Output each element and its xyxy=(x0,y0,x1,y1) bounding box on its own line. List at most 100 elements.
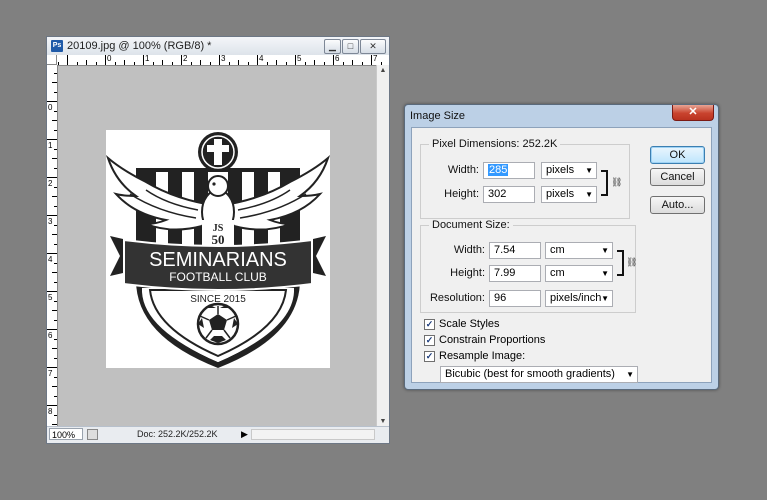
resolution-input[interactable]: 96 xyxy=(489,290,541,307)
ruler-tick xyxy=(54,414,57,416)
pixel-height-input[interactable]: 302 xyxy=(483,186,535,203)
ruler-number: 5 xyxy=(48,293,53,302)
ruler-tick xyxy=(285,62,287,65)
close-button[interactable]: ✕ xyxy=(360,39,386,54)
ruler-tick xyxy=(54,281,57,283)
pixel-dimensions-size: 252.2K xyxy=(522,138,558,150)
ruler-tick xyxy=(257,55,258,65)
dialog-close-button[interactable]: ✕ xyxy=(672,105,714,121)
ruler-tick xyxy=(133,62,135,65)
dropdown-arrow-icon: ▼ xyxy=(626,370,634,379)
doc-width-input[interactable]: 7.54 xyxy=(489,242,541,259)
ruler-tick xyxy=(52,348,57,349)
ruler-tick xyxy=(52,158,57,159)
doc-height-input[interactable]: 7.99 xyxy=(489,265,541,282)
document-size-info: Doc: 252.2K/252.2K xyxy=(137,429,218,439)
ruler-tick xyxy=(47,291,57,292)
document-title-bar[interactable]: Ps 20109.jpg @ 100% (RGB/8) * ▁ □ ✕ xyxy=(47,37,389,56)
resample-method-select[interactable]: Bicubic (best for smooth gradients) ▼ xyxy=(440,366,638,383)
ruler-tick xyxy=(54,262,57,264)
pixel-width-label: Width: xyxy=(447,164,479,176)
ruler-tick xyxy=(54,243,57,245)
ruler-number: 3 xyxy=(221,55,226,63)
horizontal-scrollbar[interactable] xyxy=(251,429,375,440)
ruler-tick xyxy=(171,62,173,65)
checkbox-check-icon[interactable]: ✓ xyxy=(424,351,435,362)
ruler-tick xyxy=(323,62,325,65)
document-window: Ps 20109.jpg @ 100% (RGB/8) * ▁ □ ✕ 0 1 2 3… xyxy=(46,36,390,444)
ruler-tick xyxy=(228,62,230,65)
logo-subtitle: FOOTBALL CLUB xyxy=(169,270,267,284)
ruler-tick xyxy=(219,55,220,65)
ruler-number: 8 xyxy=(48,407,53,416)
ruler-corner[interactable] xyxy=(47,55,57,65)
chain-link-icon: ⛓ xyxy=(611,177,623,187)
checkbox-check-icon[interactable]: ✓ xyxy=(424,319,435,330)
dialog-title-bar[interactable]: Image Size ✕ xyxy=(405,105,718,127)
status-bar: 100% Doc: 252.2K/252.2K ▶ xyxy=(47,426,389,443)
zoom-preview-icon[interactable] xyxy=(87,429,98,440)
ruler-tick xyxy=(47,329,57,330)
pixel-height-unit-select[interactable]: pixels ▼ xyxy=(541,186,597,203)
vertical-scrollbar[interactable]: ▲ ▼ xyxy=(376,65,389,428)
ruler-tick xyxy=(314,60,315,65)
document-size-group: Document Size: Width: 7.54 cm ▼ Height: 7… xyxy=(420,219,637,313)
horizontal-ruler[interactable]: 012345678 xyxy=(57,55,389,66)
ruler-tick xyxy=(124,60,125,65)
ruler-number: 0 xyxy=(48,103,53,112)
ruler-tick xyxy=(47,405,57,406)
dropdown-arrow-icon: ▼ xyxy=(601,246,609,255)
ruler-tick xyxy=(54,376,57,378)
ruler-tick xyxy=(54,110,57,112)
ruler-number: 6 xyxy=(335,55,340,63)
ruler-tick xyxy=(361,62,363,65)
zoom-level-field[interactable]: 100% xyxy=(49,428,83,440)
ruler-tick xyxy=(54,129,57,131)
auto-button[interactable]: Auto... xyxy=(650,196,705,214)
ruler-tick xyxy=(247,62,249,65)
document-image[interactable]: JS 50 SEMINARIANS FOOTBALL CLUB SINCE 20… xyxy=(105,130,331,368)
ruler-number: 2 xyxy=(183,55,188,63)
dropdown-arrow-icon: ▼ xyxy=(601,294,609,303)
ruler-number: 4 xyxy=(259,55,264,63)
pixel-dimensions-label: Pixel Dimensions: 252.2K xyxy=(429,138,561,150)
scroll-up-icon[interactable]: ▲ xyxy=(378,66,388,76)
ruler-tick xyxy=(47,253,57,254)
vertical-ruler[interactable]: 0123456789 xyxy=(47,65,58,427)
ruler-tick xyxy=(342,62,344,65)
ruler-tick xyxy=(304,62,306,65)
ruler-tick xyxy=(143,55,144,65)
pixel-height-label: Height: xyxy=(444,188,479,200)
cancel-button[interactable]: Cancel xyxy=(650,168,705,186)
club-logo: JS 50 SEMINARIANS FOOTBALL CLUB SINCE 20… xyxy=(105,132,331,368)
minimize-button[interactable]: ▁ xyxy=(324,39,341,54)
ruler-tick xyxy=(54,186,57,188)
ok-button[interactable]: OK xyxy=(650,146,705,164)
resolution-label: Resolution: xyxy=(429,292,485,304)
ruler-number: 4 xyxy=(48,255,53,264)
ruler-tick xyxy=(52,234,57,235)
ruler-tick xyxy=(105,55,106,65)
canvas-area[interactable]: JS 50 SEMINARIANS FOOTBALL CLUB SINCE 20… xyxy=(58,66,376,428)
ruler-tick xyxy=(76,62,78,65)
dialog-body: Pixel Dimensions: 252.2K Width: 285 pixe… xyxy=(411,127,712,383)
ruler-number: 5 xyxy=(297,55,302,63)
maximize-button[interactable]: □ xyxy=(342,39,359,54)
ruler-tick xyxy=(54,338,57,340)
pixel-width-unit-select[interactable]: pixels ▼ xyxy=(541,162,597,179)
pixel-constrain-bracket xyxy=(601,170,608,196)
dialog-title: Image Size xyxy=(410,110,466,122)
ruler-tick xyxy=(352,60,353,65)
checkbox-check-icon[interactable]: ✓ xyxy=(424,335,435,346)
resolution-unit-select[interactable]: pixels/inch ▼ xyxy=(545,290,613,307)
doc-width-unit-select[interactable]: cm ▼ xyxy=(545,242,613,259)
ruler-tick xyxy=(162,60,163,65)
ruler-tick xyxy=(52,196,57,197)
ruler-tick xyxy=(54,300,57,302)
pixel-width-input[interactable]: 285 xyxy=(483,162,535,179)
ruler-tick xyxy=(67,55,68,65)
status-menu-arrow-icon[interactable]: ▶ xyxy=(241,429,248,440)
doc-height-unit-select[interactable]: cm ▼ xyxy=(545,265,613,282)
ruler-tick xyxy=(47,139,57,140)
ruler-tick xyxy=(52,386,57,387)
